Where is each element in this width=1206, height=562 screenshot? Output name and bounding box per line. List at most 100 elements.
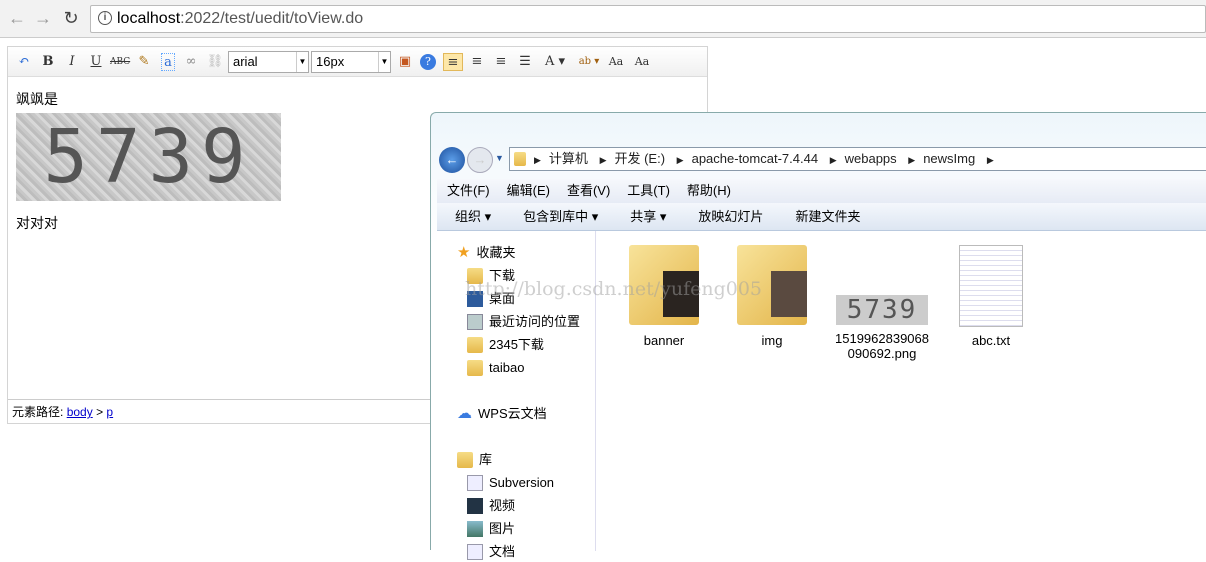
captcha-image: 5739 [16,113,281,201]
nav-pictures[interactable]: 图片 [467,519,515,539]
strikethrough-icon[interactable]: ABC [110,53,130,71]
nav-label: 库 [479,452,493,467]
nav-videos[interactable]: 视频 [467,496,515,516]
menu-file[interactable]: 文件(F) [447,183,490,198]
align-center-icon[interactable]: ≡ [491,53,511,71]
forward-button[interactable]: → [467,147,493,173]
url-path: :2022/test/uedit/toView.do [180,10,364,27]
address-bar[interactable]: localhost:2022/test/uedit/toView.do [90,5,1206,33]
nav-documents[interactable]: 文档 [467,542,515,562]
picture-icon [467,521,483,537]
document-icon [467,544,483,560]
nav-2345[interactable]: 2345下载 [467,335,544,355]
highlight-icon[interactable]: ab ▾ [574,53,604,71]
align-justify-icon[interactable]: ☰ [515,53,535,71]
font-family-select[interactable]: arial ▼ [228,51,309,73]
chevron-down-icon: ▼ [378,52,390,72]
menu-edit[interactable]: 编辑(E) [507,183,550,198]
file-name: 1519962839068 090692.png [835,331,929,361]
organize-button[interactable]: 组织 ▾ [455,209,491,224]
file-name: img [761,333,783,348]
folder-icon [467,337,483,353]
nav-taibao[interactable]: taibao [467,358,524,378]
nav-favorites[interactable]: ★ 收藏夹 [457,243,515,263]
align-left-icon[interactable]: ≡ [443,53,463,71]
file-abc-txt[interactable]: abc.txt [941,245,1041,348]
underline-icon[interactable]: U [86,53,106,71]
file-png[interactable]: 5739 1519962839068 090692.png [832,245,932,361]
file-name: abc.txt [971,333,1011,348]
include-in-library-button[interactable]: 包含到库中 ▾ [523,209,598,224]
nav-library[interactable]: 库 [457,450,492,470]
font-size-value: 16px [316,54,345,69]
folder-icon [514,152,526,166]
link-icon[interactable]: ∞ [181,53,201,71]
back-button[interactable]: ← [6,8,28,29]
folder-icon [467,360,483,376]
breadcrumb-item[interactable]: newsImg [923,151,975,166]
recent-pages-dropdown[interactable]: ▼ [495,153,504,163]
menu-help[interactable]: 帮助(H) [687,183,731,198]
browser-toolbar: ← → ↻ localhost:2022/test/uedit/toView.d… [0,0,1206,38]
new-folder-button[interactable]: 新建文件夹 [795,209,860,224]
breadcrumb-item[interactable]: apache-tomcat-7.4.44 [692,151,818,166]
nav-label: 最近访问的位置 [489,314,581,329]
menu-view[interactable]: 查看(V) [567,183,610,198]
forward-button[interactable]: → [32,8,54,29]
uppercase-icon[interactable]: Aa [606,53,626,71]
breadcrumb-item[interactable]: webapps [845,151,897,166]
nav-label: 收藏夹 [476,245,516,260]
document-icon [467,475,483,491]
paragraph: 对对对 [16,215,58,231]
text-file-icon [959,245,1023,327]
nav-wps[interactable]: ☁ WPS云文档 [457,404,547,424]
url-host: localhost [117,10,181,27]
text-box-icon[interactable]: a [161,53,175,71]
file-explorer-window: ← → ▼ ▶ 计算机 ▶ 开发 (E:) ▶ apache-tomcat-7.4.4… [430,112,1206,560]
recent-places-icon [467,314,483,330]
image-icon[interactable]: ▣ [395,53,415,71]
unlink-icon[interactable]: ⛓ [205,53,225,71]
font-size-select[interactable]: 16px ▼ [311,51,391,73]
nav-label: Subversion [489,475,555,490]
share-button[interactable]: 共享 ▾ [630,209,666,224]
star-icon: ★ [457,244,471,261]
nav-subversion[interactable]: Subversion [467,473,554,493]
font-color-icon[interactable]: A ▾ [540,53,570,71]
reload-button[interactable]: ↻ [60,8,82,29]
menu-tools[interactable]: 工具(T) [627,183,670,198]
video-icon [467,498,483,514]
italic-icon[interactable]: I [62,53,82,71]
paragraph: 飒飒是 [16,91,58,107]
path-body-link[interactable]: body [67,405,93,419]
nav-label: taibao [489,360,525,375]
path-separator: > [96,405,104,419]
nav-label: 文档 [489,544,516,559]
breadcrumb-item[interactable]: 开发 (E:) [614,151,665,166]
slideshow-button[interactable]: 放映幻灯片 [698,209,763,224]
nav-label: 视频 [489,498,516,513]
path-label: 元素路径: [12,405,64,419]
watermark: http://blog.csdn.net/yufeng005 [465,278,763,300]
back-button[interactable]: ← [439,147,465,173]
nav-recent[interactable]: 最近访问的位置 [467,312,580,332]
lowercase-icon[interactable]: Aa [632,53,652,71]
nav-label: WPS云文档 [478,406,547,421]
cloud-icon: ☁ [457,405,472,422]
bold-icon[interactable]: B [38,53,58,71]
chevron-down-icon: ▼ [296,52,308,72]
editor-toolbar: ↶ B I U ABC ✎ a ∞ ⛓ arial ▼ 16px ▼ ▣ ? ≡ ≡… [8,47,707,77]
path-p-link[interactable]: p [106,405,113,419]
nav-label: 2345下载 [489,337,544,352]
address-breadcrumb[interactable]: ▶ 计算机 ▶ 开发 (E:) ▶ apache-tomcat-7.4.44 ▶ web… [509,147,1206,171]
menu-bar: 文件(F) 编辑(E) 查看(V) 工具(T) 帮助(H) [437,179,1206,203]
info-icon[interactable]: i [98,11,112,25]
align-right-icon[interactable]: ≡ [467,53,487,71]
help-icon[interactable]: ? [420,54,436,70]
undo-icon[interactable]: ↶ [14,53,34,71]
clear-format-icon[interactable]: ✎ [134,53,154,71]
command-bar: 组织 ▾ 包含到库中 ▾ 共享 ▾ 放映幻灯片 新建文件夹 [437,203,1206,231]
library-icon [457,452,473,468]
breadcrumb-item[interactable]: 计算机 [549,151,588,166]
nav-label: 图片 [489,521,516,536]
